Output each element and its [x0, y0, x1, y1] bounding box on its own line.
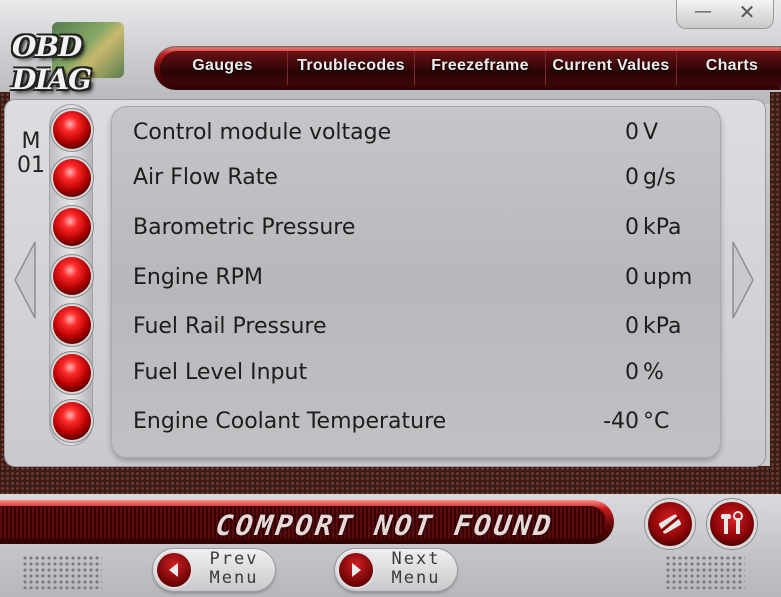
next-menu-button[interactable]: Next Menu [335, 549, 457, 591]
prev-menu-label: Prev Menu [199, 550, 269, 588]
mode-indicator: M 01 [17, 130, 45, 178]
row-select-button[interactable] [53, 159, 91, 197]
parameter-name: Engine Coolant Temperature [133, 409, 447, 434]
parameter-unit: kPa [643, 314, 682, 339]
row-select-button[interactable] [53, 306, 91, 344]
parameter-value: 0 [625, 215, 639, 240]
parameter-name: Control module voltage [133, 120, 392, 145]
list-item: Engine RPM 0 upm [111, 255, 721, 299]
parameter-value: 0 [625, 120, 639, 145]
parameter-value: 0 [625, 314, 639, 339]
values-panel: M 01 Control module voltage 0 V Air Flow… [5, 100, 765, 466]
logo-text: OBD DIAG [12, 30, 92, 96]
main-nav: Gauges Troublecodes Freezeframe Current … [154, 46, 781, 90]
parameter-unit: kPa [643, 215, 682, 240]
parameter-value: 0 [625, 360, 639, 385]
prev-label-line1: Prev [209, 549, 259, 569]
parameter-name: Fuel Level Input [133, 360, 308, 385]
tab-strip: Gauges Troublecodes Freezeframe Current … [160, 51, 781, 85]
next-label-line2: Menu [391, 568, 441, 588]
row-select-button[interactable] [53, 402, 91, 440]
prev-menu-button[interactable]: Prev Menu [153, 549, 275, 591]
connect-button[interactable] [648, 502, 692, 546]
list-item: Engine Coolant Temperature -40 °C [111, 399, 721, 443]
parameter-unit: upm [643, 265, 693, 290]
row-select-button[interactable] [53, 208, 91, 246]
tab-current-values[interactable]: Current Values [545, 51, 676, 85]
status-bar: COMPORT NOT FOUND [0, 500, 614, 544]
parameter-name: Fuel Rail Pressure [133, 314, 327, 339]
next-menu-label: Next Menu [381, 550, 451, 588]
list-item: Fuel Rail Pressure 0 kPa [111, 304, 721, 348]
parameter-name: Barometric Pressure [133, 215, 356, 240]
parameter-unit: g/s [643, 165, 676, 190]
row-select-button[interactable] [53, 257, 91, 295]
minimize-button[interactable]: — [681, 2, 725, 24]
next-arrow-icon [339, 553, 373, 587]
bottom-grille [0, 466, 781, 494]
parameter-name: Air Flow Rate [133, 165, 278, 190]
tab-gauges[interactable]: Gauges [160, 51, 285, 85]
parameter-value: 0 [625, 265, 639, 290]
parameter-unit: % [643, 360, 664, 385]
current-values-list: Control module voltage 0 V Air Flow Rate… [111, 106, 721, 458]
status-display: COMPORT NOT FOUND [0, 506, 606, 542]
disconnect-icon [659, 514, 681, 534]
list-item: Fuel Level Input 0 % [111, 350, 721, 394]
mode-number: 01 [17, 153, 45, 178]
parameter-name: Engine RPM [133, 265, 263, 290]
parameter-value: 0 [625, 165, 639, 190]
list-item: Air Flow Rate 0 g/s [111, 155, 721, 199]
tab-troublecodes[interactable]: Troublecodes [287, 51, 414, 85]
right-grille [770, 92, 781, 492]
tools-icon [721, 511, 743, 534]
right-speaker-grille [665, 555, 745, 589]
parameter-value: -40 [603, 409, 639, 434]
prev-label-line2: Menu [209, 568, 259, 588]
title-bar: OBD DIAG — ✕ Gauges Troublecodes Freezef… [0, 0, 781, 104]
close-button[interactable]: ✕ [725, 2, 769, 24]
previous-page-arrow-icon[interactable] [13, 240, 37, 320]
row-select-button[interactable] [53, 111, 91, 149]
list-item: Barometric Pressure 0 kPa [111, 205, 721, 249]
settings-button[interactable] [710, 502, 754, 546]
parameter-unit: °C [643, 409, 670, 434]
next-page-arrow-icon[interactable] [731, 240, 755, 320]
mode-letter: M [21, 129, 41, 154]
app-logo: OBD DIAG [12, 22, 130, 96]
parameter-unit: V [643, 120, 659, 145]
row-select-button[interactable] [53, 354, 91, 392]
list-item: Control module voltage 0 V [111, 110, 721, 154]
prev-arrow-icon [157, 553, 191, 587]
tab-charts[interactable]: Charts [676, 51, 781, 85]
window-controls: — ✕ [676, 0, 774, 29]
next-label-line1: Next [391, 549, 441, 569]
tab-freezeframe[interactable]: Freezeframe [414, 51, 545, 85]
left-speaker-grille [22, 555, 102, 589]
status-message: COMPORT NOT FOUND [213, 509, 556, 542]
